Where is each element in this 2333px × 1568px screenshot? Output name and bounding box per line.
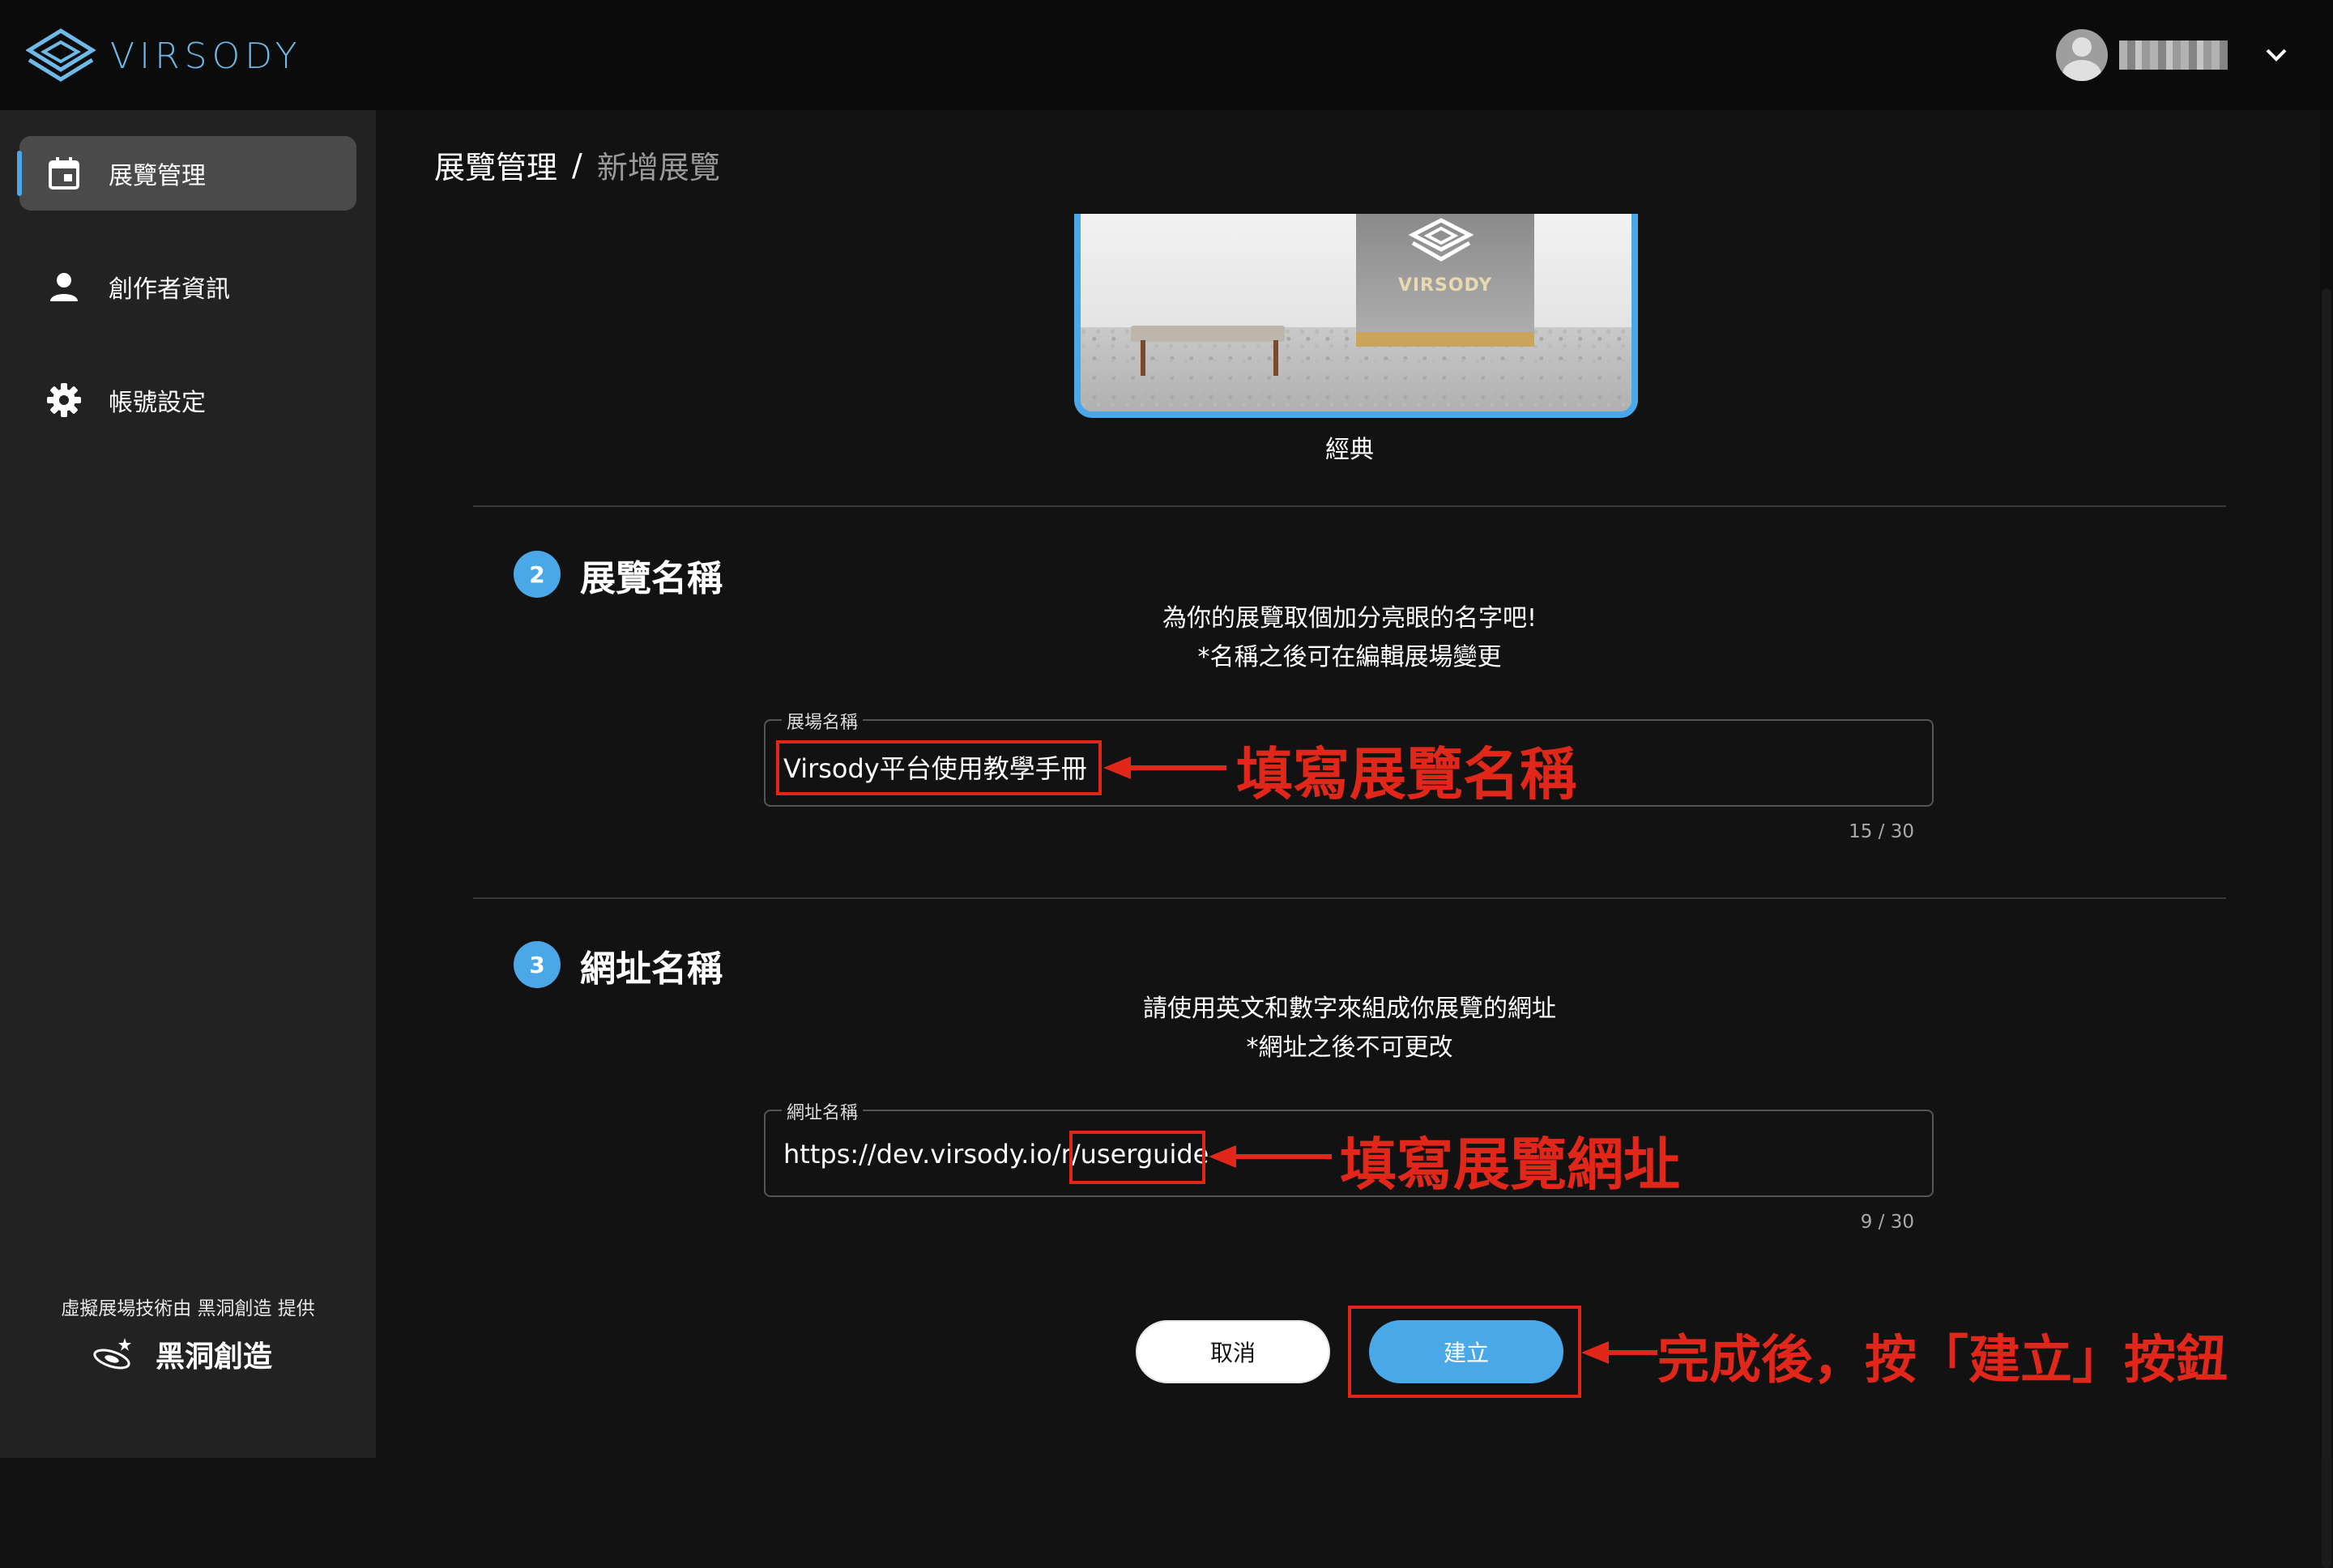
blackhole-logo-icon [93,1338,131,1370]
preview-bench-leg [1141,340,1145,376]
step-description-line: 為你的展覽取個加分亮眼的名字吧! [1162,604,1538,633]
breadcrumb-parent[interactable]: 展覽管理 [434,143,557,187]
url-prefix: https://dev.virsody.io/r/ [783,1139,1081,1170]
section-divider [473,505,2226,507]
annotation-arrow-icon [1103,756,1226,779]
blackhole-brand: 黑洞創造 [89,1333,272,1375]
annotation-text: 填寫展覽名稱 [1236,741,1576,807]
annotation-arrow-icon [1209,1145,1332,1168]
brand-name: 黑洞創造 [156,1340,273,1374]
cancel-button[interactable]: 取消 [1136,1320,1330,1383]
breadcrumb-separator: / [572,147,582,183]
logo-text: VIRSODY [110,35,302,77]
sidebar: 展覽管理 創作者資訊 帳號設定 虛擬展場技術由 黑洞創造 提供 黑洞創造 [0,110,376,1458]
step-description: 請使用英文和數字來組成你展覽的網址 *網址之後不可更改 [765,990,1934,1067]
chevron-down-icon[interactable] [2260,39,2292,71]
preview-pillar-base [1356,332,1534,347]
step-description-line: *名稱之後可在編輯展場變更 [1197,643,1502,671]
avatar[interactable] [2056,29,2108,81]
preview-bench [1131,326,1285,342]
sidebar-item-account-settings[interactable]: 帳號設定 [19,363,356,437]
preview-sign-text: VIRSODY [1397,275,1493,296]
annotation-text: 完成後，按「建立」按鈕 [1657,1331,2228,1391]
template-label: 經典 [1325,436,1374,464]
sidebar-item-label: 帳號設定 [109,389,206,417]
scrollbar-thumb[interactable] [2322,288,2331,1568]
step-title: 展覽名稱 [580,558,723,599]
gear-icon [44,380,84,420]
sidebar-item-exhibition-management[interactable]: 展覽管理 [17,136,356,211]
annotation-highlight-box [776,740,1102,795]
annotation-arrow-icon [1581,1341,1657,1364]
annotation-highlight-box [1348,1306,1581,1398]
calendar-icon [44,153,84,194]
character-counter: 9 / 30 [1860,1212,1914,1233]
step-description-line: *網址之後不可更改 [1246,1033,1453,1062]
step-title: 網址名稱 [580,948,723,990]
powered-by-text: 虛擬展場技術由 黑洞創造 提供 [61,1298,315,1319]
breadcrumb-current: 新增展覽 [596,150,720,185]
template-preview-card[interactable]: VIRSODY [1074,214,1638,418]
breadcrumb: 展覽管理 / 新增展覽 [434,143,720,187]
step-description: 為你的展覽取個加分亮眼的名字吧! *名稱之後可在編輯展場變更 [765,599,1934,677]
preview-logo-icon [1408,218,1474,262]
step-number-badge: 3 [514,941,561,988]
username-redacted [2119,40,2228,70]
sidebar-item-label: 創作者資訊 [109,275,230,304]
virsody-logo-icon [26,28,96,82]
sidebar-item-label: 展覽管理 [109,162,206,190]
step-number-badge: 2 [514,551,561,598]
person-icon [44,266,84,307]
field-label: 網址名稱 [782,1098,864,1124]
top-bar: VIRSODY [0,0,2333,110]
annotation-highlight-box [1069,1131,1205,1184]
field-label: 展場名稱 [782,708,864,734]
virsody-logo[interactable]: VIRSODY [26,28,302,84]
user-menu[interactable] [2056,29,2292,81]
annotation-text: 填寫展覽網址 [1340,1131,1680,1198]
step-description-line: 請使用英文和數字來組成你展覽的網址 [1143,995,1556,1023]
sidebar-item-creator-info[interactable]: 創作者資訊 [19,249,356,324]
section-divider [473,897,2226,899]
character-counter: 15 / 30 [1849,821,1914,842]
scrollbar[interactable] [2320,110,2333,1568]
preview-bench-leg [1273,340,1278,376]
